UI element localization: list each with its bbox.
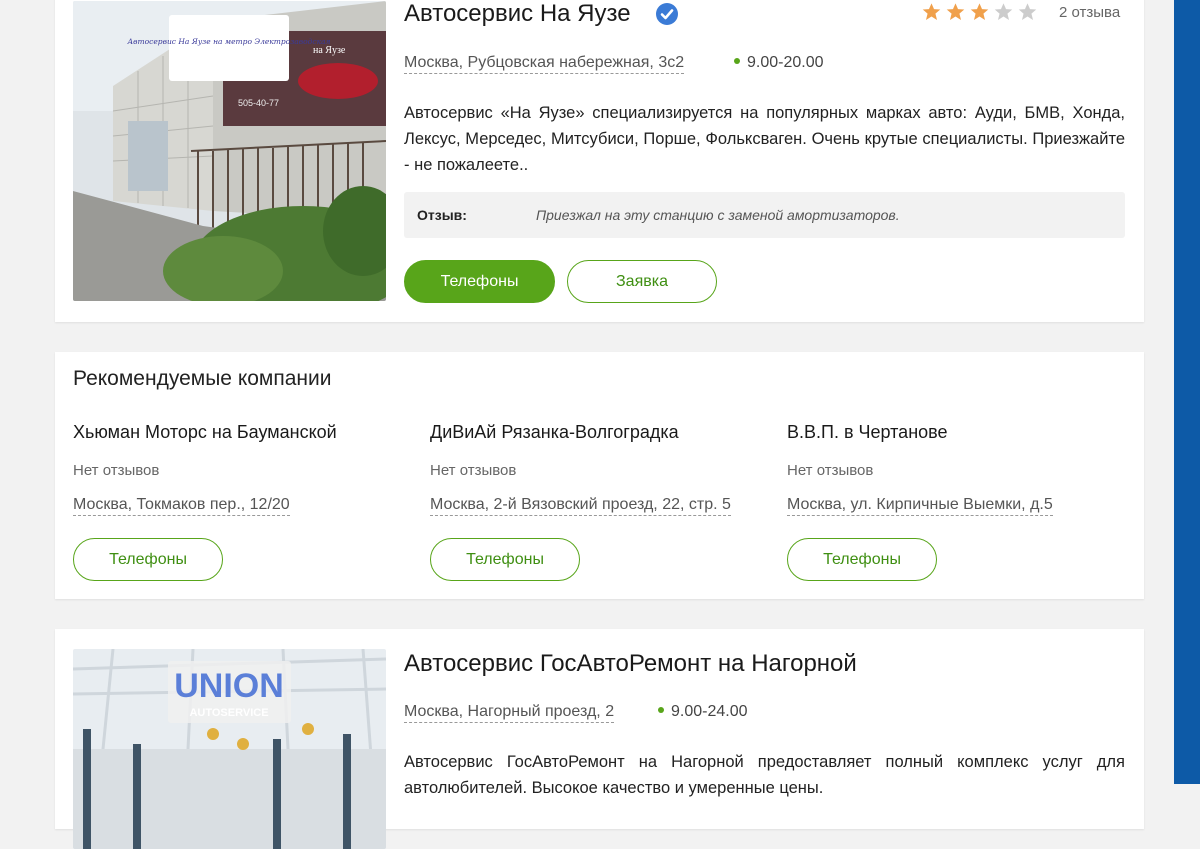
listing-title[interactable]: Автосервис ГосАвтоРемонт на Нагорной [404,650,857,678]
photo-logo-sub: AUTOSERVICE [189,707,268,719]
recommended-item: В.В.П. в Чертанове Нет отзывов Москва, у… [787,422,1127,602]
company-reviews: Нет отзывов [787,462,874,479]
company-phones-button[interactable]: Телефоны [787,538,937,581]
company-name-link[interactable]: Хьюман Моторс на Бауманской [73,422,337,443]
listing-photo[interactable]: UNION AUTOSERVICE [73,649,386,849]
company-name-link[interactable]: ДиВиАй Рязанка-Волгоградка [430,422,679,443]
star-filled-icon [970,3,989,20]
company-name-link[interactable]: В.В.П. в Чертанове [787,422,948,443]
listing-description: Автосервис ГосАвтоРемонт на Нагорной пре… [404,753,1125,797]
listing-photo[interactable]: 505-40-77 на Яузе Автосервис На Яузе на … [73,1,386,301]
star-empty-icon [994,3,1013,20]
verified-badge-icon [656,3,678,25]
listing-card-yauza: 505-40-77 на Яузе Автосервис На Яузе на … [55,0,1144,322]
recommended-title: Рекомендуемые компании [73,367,332,390]
company-address[interactable]: Москва, Токмаков пер., 12/20 [73,495,290,516]
photo-phone: 505-40-77 [238,98,279,108]
phones-button[interactable]: Телефоны [404,260,555,303]
open-status-dot-icon [658,706,664,713]
review-label: Отзыв: [417,207,467,223]
open-status-dot-icon [734,57,740,64]
reviews-count-link[interactable]: 2 отзыва [1059,4,1120,21]
company-reviews: Нет отзывов [430,462,517,479]
right-edge-bar [1174,0,1200,784]
request-button[interactable]: Заявка [567,260,717,303]
opening-hours: 9.00-24.00 [658,702,748,722]
opening-hours: 9.00-20.00 [734,53,824,73]
opening-hours-text: 9.00-20.00 [747,54,824,71]
star-empty-icon [1018,3,1037,20]
listing-address[interactable]: Москва, Нагорный проезд, 2 [404,702,615,723]
photo-banner-text: на Яузе [313,45,346,56]
review-snippet: Отзыв: Приезжал на эту станцию с заменой… [404,192,1125,238]
star-filled-icon [946,3,965,20]
photo-logo: UNION [174,667,284,705]
listing-title[interactable]: Автосервис На Яузе [404,0,631,28]
recommended-item: Хьюман Моторс на Бауманской Нет отзывов … [73,422,413,602]
opening-hours-text: 9.00-24.00 [671,703,748,720]
listing-description: Автосервис «На Яузе» специализируется на… [404,104,1125,174]
photo-sign: Автосервис На Яузе на метро Электрозавод… [126,37,330,46]
star-filled-icon [922,3,941,20]
listing-address[interactable]: Москва, Рубцовская набережная, 3с2 [404,53,685,74]
review-text: Приезжал на эту станцию с заменой аморти… [536,207,900,223]
company-address[interactable]: Москва, 2-й Вязовский проезд, 22, стр. 5 [430,495,731,516]
company-address[interactable]: Москва, ул. Кирпичные Выемки, д.5 [787,495,1053,516]
recommended-companies: Рекомендуемые компании Хьюман Моторс на … [55,352,1144,599]
company-phones-button[interactable]: Телефоны [430,538,580,581]
listing-card-gosavtoremont: UNION AUTOSERVICE Автосервис ГосАвтоРемо… [55,629,1144,849]
rating-stars [921,2,1038,23]
company-phones-button[interactable]: Телефоны [73,538,223,581]
company-reviews: Нет отзывов [73,462,160,479]
recommended-item: ДиВиАй Рязанка-Волгоградка Нет отзывов М… [430,422,770,602]
